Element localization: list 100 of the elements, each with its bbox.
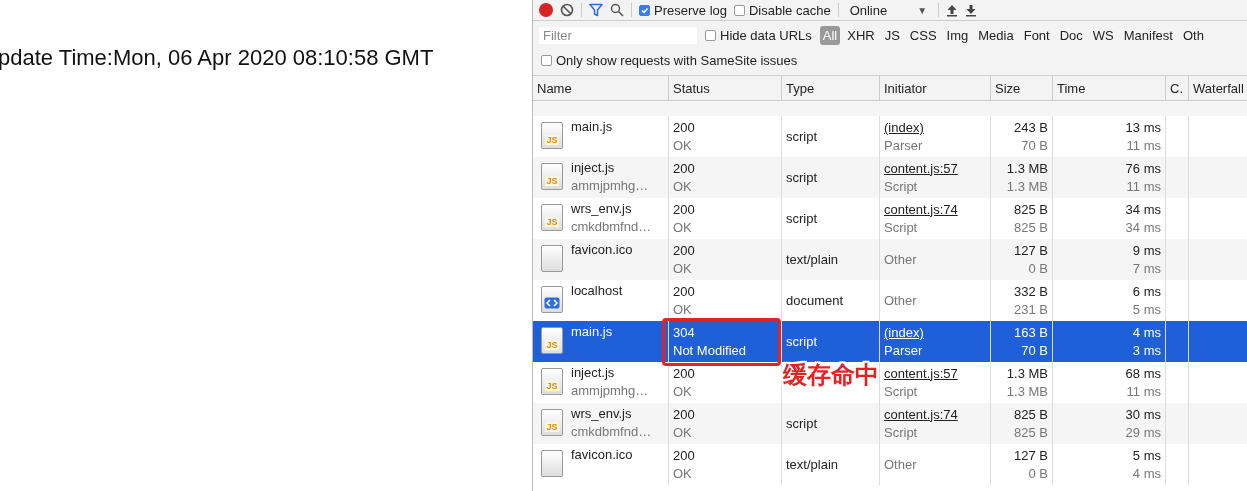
filter-button[interactable]: [589, 3, 603, 17]
hide-data-urls-checkbox[interactable]: Hide data URLs: [705, 27, 812, 43]
status-code: 200: [673, 118, 696, 137]
status-text: OK: [673, 300, 693, 319]
type-filter-tab[interactable]: WS: [1089, 25, 1117, 45]
latency-time: 11 ms: [1126, 177, 1161, 196]
resource-size: 1.3 MB: [1006, 382, 1048, 401]
latency-time: 11 ms: [1126, 136, 1161, 155]
type-filter-tab[interactable]: Doc: [1056, 25, 1086, 45]
status-text: OK: [673, 218, 693, 237]
initiator-link[interactable]: content.js:57: [884, 364, 986, 383]
initiator-text: Other: [884, 291, 918, 310]
type-filter-tab[interactable]: Font: [1020, 25, 1053, 45]
search-icon: [610, 3, 624, 17]
file-origin: cmkdbmfnd…: [571, 423, 652, 441]
script-file-icon: JS: [541, 163, 563, 190]
type-filter-tab[interactable]: Oth: [1179, 25, 1207, 45]
total-time: 30 ms: [1125, 405, 1161, 424]
initiator-cause: Script: [884, 423, 919, 442]
update-time-text: pdate Time:Mon, 06 Apr 2020 08:10:58 GMT: [0, 45, 435, 71]
blank-file-icon: [541, 245, 563, 272]
request-row[interactable]: favicon.ico 200 OK text/plain Other 127 B 0 B 9 ms 7 ms: [533, 239, 1247, 280]
initiator-cause: Parser: [884, 341, 924, 360]
type-filter-tab[interactable]: Img: [943, 25, 972, 45]
resource-type: text/plain: [786, 250, 840, 269]
file-name: inject.js: [571, 364, 616, 382]
resource-size: 825 B: [1014, 423, 1048, 442]
column-header[interactable]: C.: [1166, 76, 1189, 100]
transfer-size: 332 B: [1014, 282, 1048, 301]
type-filter-tab[interactable]: CSS: [906, 25, 940, 45]
initiator-link[interactable]: (index): [884, 323, 986, 342]
initiator-link[interactable]: content.js:57: [884, 159, 986, 178]
status-text: OK: [673, 259, 693, 278]
column-header[interactable]: Type: [782, 76, 880, 100]
type-filter-tab[interactable]: XHR: [844, 25, 878, 45]
annotation-label: 缓存命中: [783, 360, 879, 391]
preserve-log-checkbox[interactable]: Preserve log: [639, 2, 727, 18]
request-row[interactable]: JS main.js 304 Not Modified script (index) Parser 163 B 70 B 4 ms 3 ms: [533, 321, 1247, 362]
resource-size: 70 B: [1021, 136, 1048, 155]
clear-icon: [560, 3, 574, 17]
initiator-text: Other: [884, 250, 918, 269]
transfer-size: 1.3 MB: [1006, 159, 1048, 178]
filter-field[interactable]: Filter: [539, 26, 697, 44]
initiator-link[interactable]: content.js:74: [884, 200, 986, 219]
type-filter-tab[interactable]: Media: [975, 25, 1017, 45]
initiator-link[interactable]: content.js:74: [884, 405, 986, 424]
resource-type: script: [786, 168, 819, 187]
transfer-size: 163 B: [1014, 323, 1048, 342]
search-button[interactable]: [610, 3, 624, 17]
latency-time: 3 ms: [1132, 341, 1161, 360]
transfer-size: 825 B: [1014, 405, 1048, 424]
import-button[interactable]: [946, 3, 959, 17]
status-text: OK: [673, 464, 693, 483]
request-row[interactable]: JS inject.js ammjpmhg… 200 OK script content.js:57 Script 1.3 MB 1.3 MB 76 ms 11 ms: [533, 157, 1247, 198]
type-filter-tab[interactable]: JS: [881, 25, 903, 45]
record-button[interactable]: [539, 3, 553, 17]
latency-time: 5 ms: [1132, 300, 1161, 319]
initiator-cause: Script: [884, 382, 919, 401]
column-header[interactable]: Waterfall: [1189, 76, 1247, 100]
column-header[interactable]: Time: [1053, 76, 1166, 100]
file-name: main.js: [571, 118, 613, 136]
resource-type: script: [786, 332, 819, 351]
resource-size: 0 B: [1028, 259, 1048, 278]
transfer-size: 1.3 MB: [1006, 364, 1048, 383]
type-filter-tab[interactable]: Manifest: [1120, 25, 1176, 45]
transfer-size: 127 B: [1014, 446, 1048, 465]
export-button[interactable]: [965, 3, 978, 17]
blank-file-icon: [541, 450, 563, 477]
status-code: 200: [673, 364, 696, 383]
total-time: 68 ms: [1125, 364, 1161, 383]
resource-size: 0 B: [1028, 464, 1048, 483]
script-file-icon: JS: [541, 204, 563, 231]
status-text: OK: [673, 136, 693, 155]
upload-icon: [946, 3, 959, 17]
disable-cache-checkbox[interactable]: Disable cache: [734, 2, 831, 18]
initiator-cause: Parser: [884, 136, 924, 155]
request-row[interactable]: JS wrs_env.js cmkdbmfnd… 200 OK script content.js:74 Script 825 B 825 B 30 ms 29 ms: [533, 403, 1247, 444]
total-time: 13 ms: [1125, 118, 1161, 137]
latency-time: 4 ms: [1132, 464, 1161, 483]
initiator-text: Other: [884, 455, 918, 474]
total-time: 5 ms: [1132, 446, 1161, 465]
clear-button[interactable]: [560, 3, 574, 17]
resource-type: script: [786, 127, 819, 146]
column-header[interactable]: Initiator: [880, 76, 991, 100]
transfer-size: 127 B: [1014, 241, 1048, 260]
file-origin: cmkdbmfnd…: [571, 218, 652, 236]
status-code: 200: [673, 159, 696, 178]
samesite-checkbox[interactable]: Only show requests with SameSite issues: [541, 52, 798, 68]
column-header[interactable]: Size: [991, 76, 1053, 100]
resource-type: script: [786, 414, 819, 433]
file-name: favicon.ico: [571, 241, 633, 259]
file-name: favicon.ico: [571, 446, 633, 464]
total-time: 6 ms: [1132, 282, 1161, 301]
column-header[interactable]: Name: [533, 76, 669, 100]
transfer-size: 243 B: [1014, 118, 1048, 137]
initiator-link[interactable]: (index): [884, 118, 986, 137]
column-header[interactable]: Status: [669, 76, 782, 100]
file-origin: ammjpmhg…: [571, 382, 649, 400]
throttling-dropdown[interactable]: Online ▼: [845, 2, 932, 18]
total-time: 76 ms: [1125, 159, 1161, 178]
